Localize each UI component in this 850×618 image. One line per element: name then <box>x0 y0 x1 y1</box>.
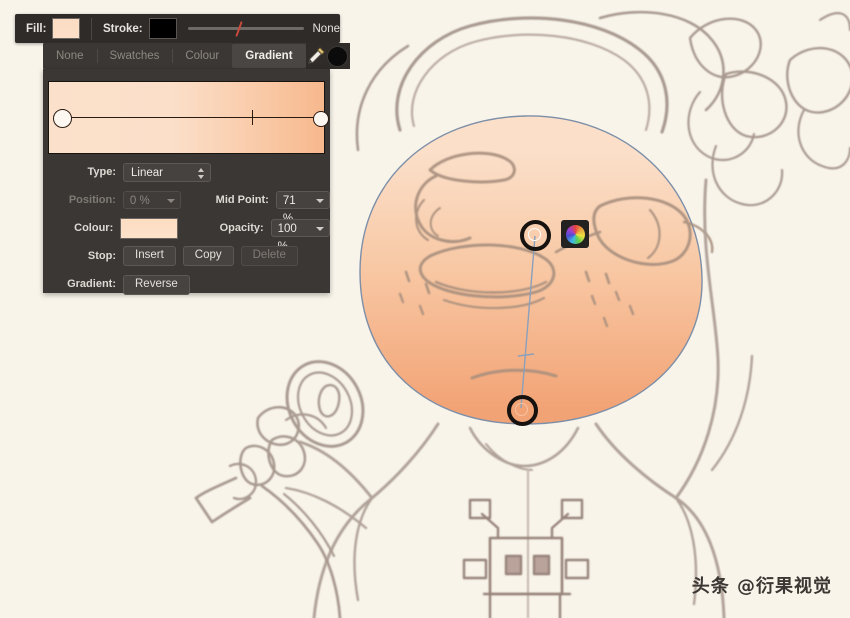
gradient-preview-bar[interactable] <box>48 81 329 154</box>
chevron-down-icon <box>166 199 175 203</box>
gradient-reverse-button[interactable]: Reverse <box>123 274 190 295</box>
canvas-gradient-start-handle[interactable] <box>520 220 551 251</box>
type-select[interactable]: Linear <box>123 162 211 182</box>
stop-copy-button[interactable]: Copy <box>182 246 234 266</box>
type-label: Type: <box>87 166 116 178</box>
fill-stroke-toolbar: Fill: Stroke: None <box>15 14 340 43</box>
tab-swatches[interactable]: Swatches <box>96 46 173 66</box>
chevron-down-icon <box>316 199 324 203</box>
tab-colour[interactable]: Colour <box>172 46 232 66</box>
color-wheel-icon <box>565 224 585 244</box>
colour-swatch-field[interactable] <box>120 217 179 239</box>
type-select-value: Linear <box>131 166 163 179</box>
fill-swatch-icon[interactable] <box>52 18 81 39</box>
gradient-panel: Type: Linear Position: 0 % Mid Point: 71… <box>43 69 331 295</box>
tab-gradient[interactable]: Gradient <box>232 44 306 68</box>
fill-label: Fill: <box>26 22 47 35</box>
stroke-width-slider[interactable] <box>187 20 304 37</box>
tab-tools <box>305 43 350 69</box>
chevron-down-icon <box>316 227 325 231</box>
gradient-label: Gradient: <box>67 278 116 290</box>
gradient-stop-handle-start[interactable] <box>53 109 72 128</box>
color-ball-icon[interactable] <box>326 45 348 67</box>
stop-label: Stop: <box>87 250 116 262</box>
canvas-gradient-end-handle[interactable] <box>507 395 538 426</box>
row-gradient: Gradient: Reverse <box>43 273 330 295</box>
stroke-swatch-icon[interactable] <box>148 18 177 39</box>
row-colour-opacity: Colour: Opacity: 100 % <box>43 217 331 253</box>
gradient-controls: Type: Linear Position: 0 % Mid Point: 71… <box>43 161 331 301</box>
stroke-width-slider-icon <box>187 27 304 30</box>
stroke-none-label: None <box>312 22 341 35</box>
tab-none[interactable]: None <box>43 46 97 66</box>
eyedropper-icon[interactable] <box>306 45 326 67</box>
row-position-midpoint: Position: 0 % Mid Point: 71 % <box>43 189 330 225</box>
toolbar-divider <box>91 17 92 40</box>
gradient-stop-handle-end[interactable] <box>313 111 329 127</box>
position-label: Position: <box>68 194 116 206</box>
opacity-label: Opacity: <box>219 222 264 234</box>
opacity-dropdown[interactable]: 100 % <box>270 219 331 253</box>
midpoint-dropdown[interactable]: 71 % <box>275 191 330 225</box>
colour-label: Colour: <box>74 222 114 234</box>
position-value: 0 % <box>129 195 150 207</box>
row-type: Type: Linear <box>43 161 330 183</box>
stepper-arrows-icon <box>198 166 205 181</box>
stroke-label: Stroke: <box>102 22 143 35</box>
selected-face-shape[interactable] <box>359 115 703 425</box>
stop-delete-button[interactable]: Delete <box>240 246 298 266</box>
color-wheel-button[interactable] <box>561 220 589 248</box>
gradient-axis-line <box>61 117 319 118</box>
row-stop: Stop: Insert Copy Delete <box>43 245 330 267</box>
fill-mode-tabs: None Swatches Colour Gradient <box>43 43 350 69</box>
position-dropdown[interactable]: 0 % <box>122 191 181 209</box>
gradient-midpoint-marker[interactable] <box>252 110 253 125</box>
watermark-text: 头条 @衍果视觉 <box>691 576 832 597</box>
app-window: Fill: Stroke: None None Swatches Colour … <box>0 0 850 618</box>
stop-insert-button[interactable]: Insert <box>123 246 176 266</box>
midpoint-label: Mid Point: <box>215 194 269 206</box>
